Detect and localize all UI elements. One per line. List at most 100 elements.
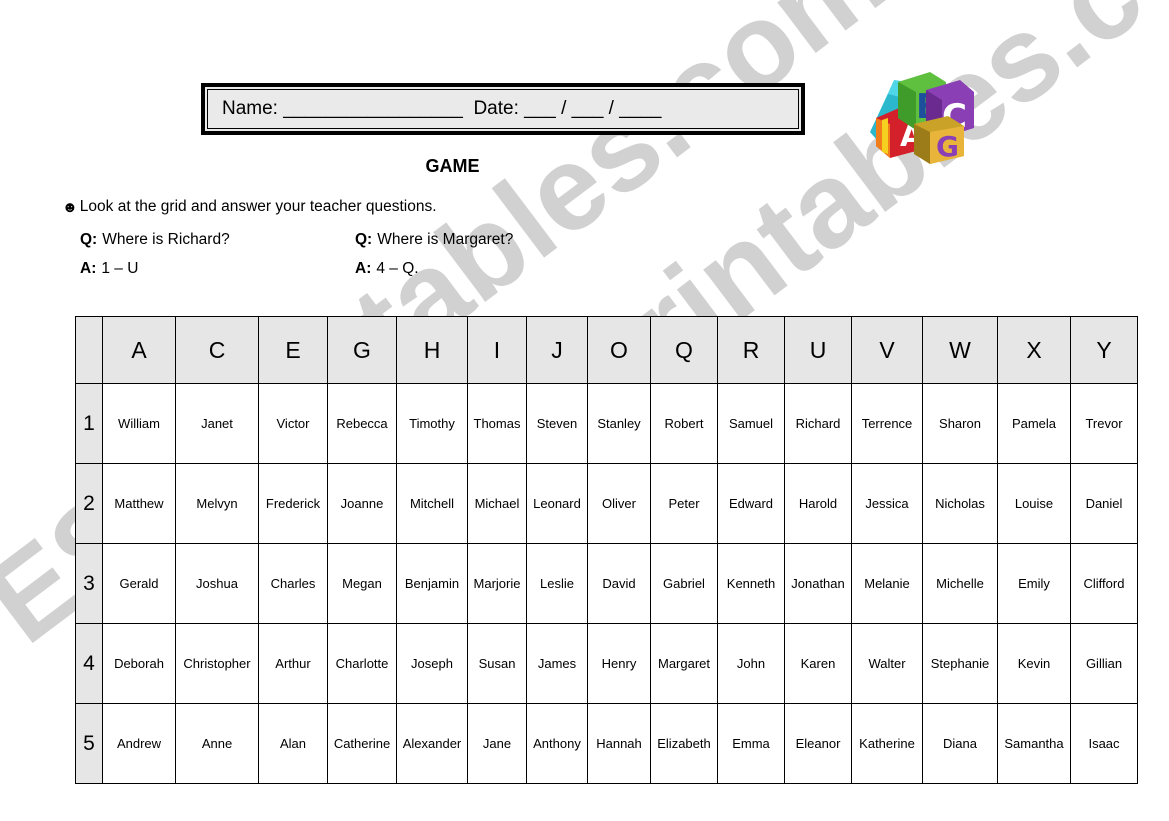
grid-cell-3-U[interactable]: Jonathan <box>784 543 852 624</box>
grid-cell-4-Y[interactable]: Gillian <box>1070 623 1138 704</box>
grid-cell-3-C[interactable]: Joshua <box>175 543 259 624</box>
grid-row: 5 Andrew Anne Alan Catherine Alexander Jane Ant… <box>75 703 1138 784</box>
grid-cell-5-G[interactable]: Catherine <box>327 703 397 784</box>
grid-cell-2-X[interactable]: Louise <box>997 463 1071 544</box>
grid-cell-2-A[interactable]: Matthew <box>102 463 176 544</box>
grid-cell-4-O[interactable]: Henry <box>587 623 651 704</box>
grid-cell-3-Q[interactable]: Gabriel <box>650 543 718 624</box>
example-answer-2: A: 4 – Q. <box>355 260 419 278</box>
grid-header-row: ACEGHIJOQRUVWXY <box>75 316 1138 384</box>
grid-cell-5-R[interactable]: Emma <box>717 703 785 784</box>
example-question-2: Q: Where is Margaret? <box>355 231 513 249</box>
grid-cell-2-H[interactable]: Mitchell <box>396 463 468 544</box>
grid-cell-2-R[interactable]: Edward <box>717 463 785 544</box>
grid-cell-3-G[interactable]: Megan <box>327 543 397 624</box>
grid-column-header-h: H <box>396 316 468 384</box>
grid-row: 1 William Janet Victor Rebecca Timothy Thomas S… <box>75 383 1138 464</box>
grid-cell-1-Y[interactable]: Trevor <box>1070 383 1138 464</box>
grid-column-header-w: W <box>922 316 998 384</box>
grid-column-header-a: A <box>102 316 176 384</box>
grid-cell-4-R[interactable]: John <box>717 623 785 704</box>
grid-cell-2-Y[interactable]: Daniel <box>1070 463 1138 544</box>
grid-cell-5-I[interactable]: Jane <box>467 703 527 784</box>
grid-cell-4-G[interactable]: Charlotte <box>327 623 397 704</box>
grid-cell-1-G[interactable]: Rebecca <box>327 383 397 464</box>
date-field-label[interactable]: Date: ___ / ___ / ____ <box>473 98 661 120</box>
grid-column-header-o: O <box>587 316 651 384</box>
grid-cell-1-H[interactable]: Timothy <box>396 383 468 464</box>
grid-cell-1-Q[interactable]: Robert <box>650 383 718 464</box>
grid-cell-5-J[interactable]: Anthony <box>526 703 588 784</box>
grid-column-header-e: E <box>258 316 328 384</box>
grid-cell-5-U[interactable]: Eleanor <box>784 703 852 784</box>
grid-cell-1-R[interactable]: Samuel <box>717 383 785 464</box>
grid-cell-3-W[interactable]: Michelle <box>922 543 998 624</box>
answer-text: 4 – Q. <box>376 260 419 277</box>
grid-cell-1-I[interactable]: Thomas <box>467 383 527 464</box>
grid-cell-5-O[interactable]: Hannah <box>587 703 651 784</box>
grid-cell-2-V[interactable]: Jessica <box>851 463 923 544</box>
grid-cell-1-J[interactable]: Steven <box>526 383 588 464</box>
grid-cell-1-W[interactable]: Sharon <box>922 383 998 464</box>
grid-cell-4-Q[interactable]: Margaret <box>650 623 718 704</box>
name-field-label[interactable]: Name: _________________ <box>222 98 463 120</box>
grid-cell-3-J[interactable]: Leslie <box>526 543 588 624</box>
grid-column-header-y: Y <box>1070 316 1138 384</box>
grid-cell-1-U[interactable]: Richard <box>784 383 852 464</box>
grid-cell-3-V[interactable]: Melanie <box>851 543 923 624</box>
grid-cell-4-X[interactable]: Kevin <box>997 623 1071 704</box>
grid-cell-3-H[interactable]: Benjamin <box>396 543 468 624</box>
grid-cell-1-C[interactable]: Janet <box>175 383 259 464</box>
grid-cell-4-A[interactable]: Deborah <box>102 623 176 704</box>
grid-cell-3-E[interactable]: Charles <box>258 543 328 624</box>
grid-cell-2-Q[interactable]: Peter <box>650 463 718 544</box>
grid-cell-4-I[interactable]: Susan <box>467 623 527 704</box>
grid-cell-1-X[interactable]: Pamela <box>997 383 1071 464</box>
grid-cell-4-J[interactable]: James <box>526 623 588 704</box>
grid-column-header-v: V <box>851 316 923 384</box>
grid-cell-1-A[interactable]: William <box>102 383 176 464</box>
grid-cell-1-O[interactable]: Stanley <box>587 383 651 464</box>
grid-cell-3-R[interactable]: Kenneth <box>717 543 785 624</box>
grid-cell-2-U[interactable]: Harold <box>784 463 852 544</box>
grid-cell-3-I[interactable]: Marjorie <box>467 543 527 624</box>
grid-cell-5-Y[interactable]: Isaac <box>1070 703 1138 784</box>
grid-column-header-x: X <box>997 316 1071 384</box>
grid-cell-5-E[interactable]: Alan <box>258 703 328 784</box>
grid-cell-4-H[interactable]: Joseph <box>396 623 468 704</box>
grid-row-header-2: 2 <box>75 463 103 544</box>
grid-cell-5-C[interactable]: Anne <box>175 703 259 784</box>
grid-column-header-r: R <box>717 316 785 384</box>
grid-cell-1-V[interactable]: Terrence <box>851 383 923 464</box>
grid-cell-2-I[interactable]: Michael <box>467 463 527 544</box>
grid-row-header-1: 1 <box>75 383 103 464</box>
grid-cell-5-A[interactable]: Andrew <box>102 703 176 784</box>
grid-cell-2-G[interactable]: Joanne <box>327 463 397 544</box>
grid-cell-3-A[interactable]: Gerald <box>102 543 176 624</box>
grid-cell-5-W[interactable]: Diana <box>922 703 998 784</box>
grid-cell-2-C[interactable]: Melvyn <box>175 463 259 544</box>
grid-cell-2-J[interactable]: Leonard <box>526 463 588 544</box>
answer-text: 1 – U <box>101 260 139 277</box>
grid-cell-5-H[interactable]: Alexander <box>396 703 468 784</box>
grid-cell-4-U[interactable]: Karen <box>784 623 852 704</box>
grid-cell-1-E[interactable]: Victor <box>258 383 328 464</box>
grid-cell-2-W[interactable]: Nicholas <box>922 463 998 544</box>
grid-cell-4-V[interactable]: Walter <box>851 623 923 704</box>
grid-cell-4-C[interactable]: Christopher <box>175 623 259 704</box>
example-question-1: Q: Where is Richard? <box>80 231 355 249</box>
svg-text:G: G <box>936 130 959 163</box>
grid-cell-2-E[interactable]: Frederick <box>258 463 328 544</box>
name-grid-wrap: ACEGHIJOQRUVWXY 1 William Janet Victor Rebec… <box>75 316 1138 784</box>
grid-cell-4-E[interactable]: Arthur <box>258 623 328 704</box>
grid-cell-3-O[interactable]: David <box>587 543 651 624</box>
grid-cell-3-X[interactable]: Emily <box>997 543 1071 624</box>
grid-cell-2-O[interactable]: Oliver <box>587 463 651 544</box>
example-answer-1: A: 1 – U <box>80 260 355 278</box>
grid-cell-5-Q[interactable]: Elizabeth <box>650 703 718 784</box>
grid-cell-5-X[interactable]: Samantha <box>997 703 1071 784</box>
grid-cell-4-W[interactable]: Stephanie <box>922 623 998 704</box>
grid-cell-5-V[interactable]: Katherine <box>851 703 923 784</box>
grid-cell-3-Y[interactable]: Clifford <box>1070 543 1138 624</box>
question-label: Q: <box>80 231 98 248</box>
